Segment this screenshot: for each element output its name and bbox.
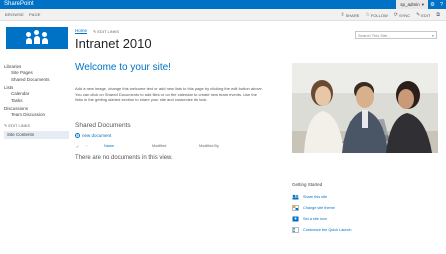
nav-home-link[interactable]: Home (75, 28, 88, 34)
site-icon-icon (292, 216, 299, 222)
new-document-label: new document (82, 133, 112, 138)
select-all-checkbox[interactable]: ✓ (76, 144, 79, 149)
logo-figure (41, 38, 48, 44)
plus-circle-icon: + (75, 133, 80, 138)
ql-edit-links-label: EDIT LINKS (8, 123, 31, 129)
star-icon: ☆ (365, 12, 370, 18)
gs-quick-launch-link[interactable]: Customize the Quick Launch (292, 227, 352, 233)
share-site-icon (292, 194, 299, 200)
tab-page[interactable]: PAGE (29, 12, 41, 17)
ql-edit-links-button[interactable]: ✎ EDIT LINKS (4, 123, 69, 129)
logo-figure (33, 36, 40, 44)
welcome-text: Add a new image, change this welcome tex… (75, 86, 263, 103)
ql-item-shared-documents[interactable]: Shared Documents (4, 77, 69, 84)
edit-button[interactable]: ✎ EDIT (416, 12, 430, 18)
sync-icon: ⟳ (393, 12, 398, 18)
ribbon-bar: BROWSE PAGE ⇪ SHARE ☆ FOLLOW ⟳ SYNC ✎ ED… (0, 9, 446, 21)
welcome-image (292, 63, 438, 153)
edit-label: EDIT (421, 12, 431, 18)
team-photo-illustration (292, 63, 438, 153)
share-label: SHARE (345, 12, 360, 18)
gs-change-theme-label: Change site theme (303, 206, 335, 210)
getting-started-title: Getting Started (292, 182, 323, 187)
user-name-label: sp_admin (400, 2, 420, 7)
focus-button[interactable]: ⧉ (436, 12, 440, 18)
ql-item-site-contents[interactable]: Site Contents (4, 130, 69, 139)
edit-links-button[interactable]: ✎ EDIT LINKS (93, 29, 119, 34)
ql-item-site-pages[interactable]: Site Pages (4, 70, 69, 77)
quick-launch: Libraries Site Pages Shared Documents Li… (4, 62, 69, 139)
pencil-icon: ✎ (93, 28, 97, 34)
user-menu[interactable]: sp_admin ▾ (396, 0, 428, 9)
focus-icon: ⧉ (436, 12, 440, 18)
search-icon[interactable]: ⌕ (432, 33, 434, 38)
help-icon[interactable]: ? (437, 0, 446, 9)
share-icon: ⇪ (340, 12, 345, 18)
gs-site-icon-label: Set a site icon (303, 217, 327, 221)
welcome-title: Welcome to your site! (75, 62, 171, 73)
gs-site-icon-link[interactable]: Set a site icon (292, 216, 327, 222)
tab-browse[interactable]: BROWSE (5, 12, 24, 17)
follow-label: FOLLOW (370, 12, 388, 18)
top-navigation: Home ✎ EDIT LINKS (75, 28, 119, 34)
file-type-icon: ▫ (86, 144, 88, 148)
sync-button[interactable]: ⟳ SYNC (394, 12, 410, 18)
quick-launch-icon (292, 227, 299, 233)
pencil-icon: ✎ (4, 123, 8, 129)
edit-icon: ✎ (416, 12, 421, 18)
new-document-button[interactable]: + new document (75, 133, 111, 138)
column-header-modified[interactable]: Modified (152, 144, 166, 148)
brand-link[interactable]: SharePoint (4, 1, 34, 7)
gear-icon[interactable]: ⚙ (428, 0, 437, 9)
shared-documents-title[interactable]: Shared Documents (75, 122, 131, 129)
gs-quick-launch-label: Customize the Quick Launch (303, 228, 352, 232)
edit-links-label: EDIT LINKS (97, 28, 120, 34)
logo-figure (34, 30, 39, 35)
column-header-name[interactable]: Name (104, 144, 114, 148)
gs-change-theme-link[interactable]: Change site theme (292, 205, 335, 211)
gs-share-site-link[interactable]: Share this site (292, 194, 327, 200)
documents-column-headers: ✓ ▫ Name Modified Modified By (75, 144, 275, 150)
site-title[interactable]: Intranet 2010 (75, 36, 152, 51)
column-header-modified-by[interactable]: Modified By (199, 144, 219, 148)
ql-item-team-discussion[interactable]: Team Discussion (4, 112, 69, 119)
share-button[interactable]: ⇪ SHARE (340, 12, 359, 18)
suite-bar: SharePoint sp_admin ▾ ⚙ ? (0, 0, 446, 9)
gs-share-site-label: Share this site (303, 195, 328, 199)
empty-view-message: There are no documents in this view. (75, 155, 173, 161)
theme-icon (292, 205, 299, 211)
user-area: sp_admin ▾ ⚙ ? (396, 0, 446, 9)
sync-label: SYNC (398, 12, 411, 18)
logo-figure (42, 32, 47, 37)
follow-button[interactable]: ☆ FOLLOW (365, 12, 387, 18)
ribbon-actions: ⇪ SHARE ☆ FOLLOW ⟳ SYNC ✎ EDIT ⧉ (340, 12, 440, 18)
chevron-down-icon: ▾ (421, 1, 424, 7)
site-logo[interactable] (6, 27, 68, 49)
search-placeholder: Search This Site... (358, 32, 391, 38)
search-input[interactable]: Search This Site... ⌕ (355, 31, 437, 39)
logo-figure (26, 32, 31, 37)
ql-item-calendar[interactable]: Calendar (4, 91, 69, 98)
sharepoint-page: SharePoint sp_admin ▾ ⚙ ? BROWSE PAGE ⇪ … (0, 0, 446, 254)
logo-figure (25, 38, 32, 44)
ql-item-tasks[interactable]: Tasks (4, 98, 69, 105)
